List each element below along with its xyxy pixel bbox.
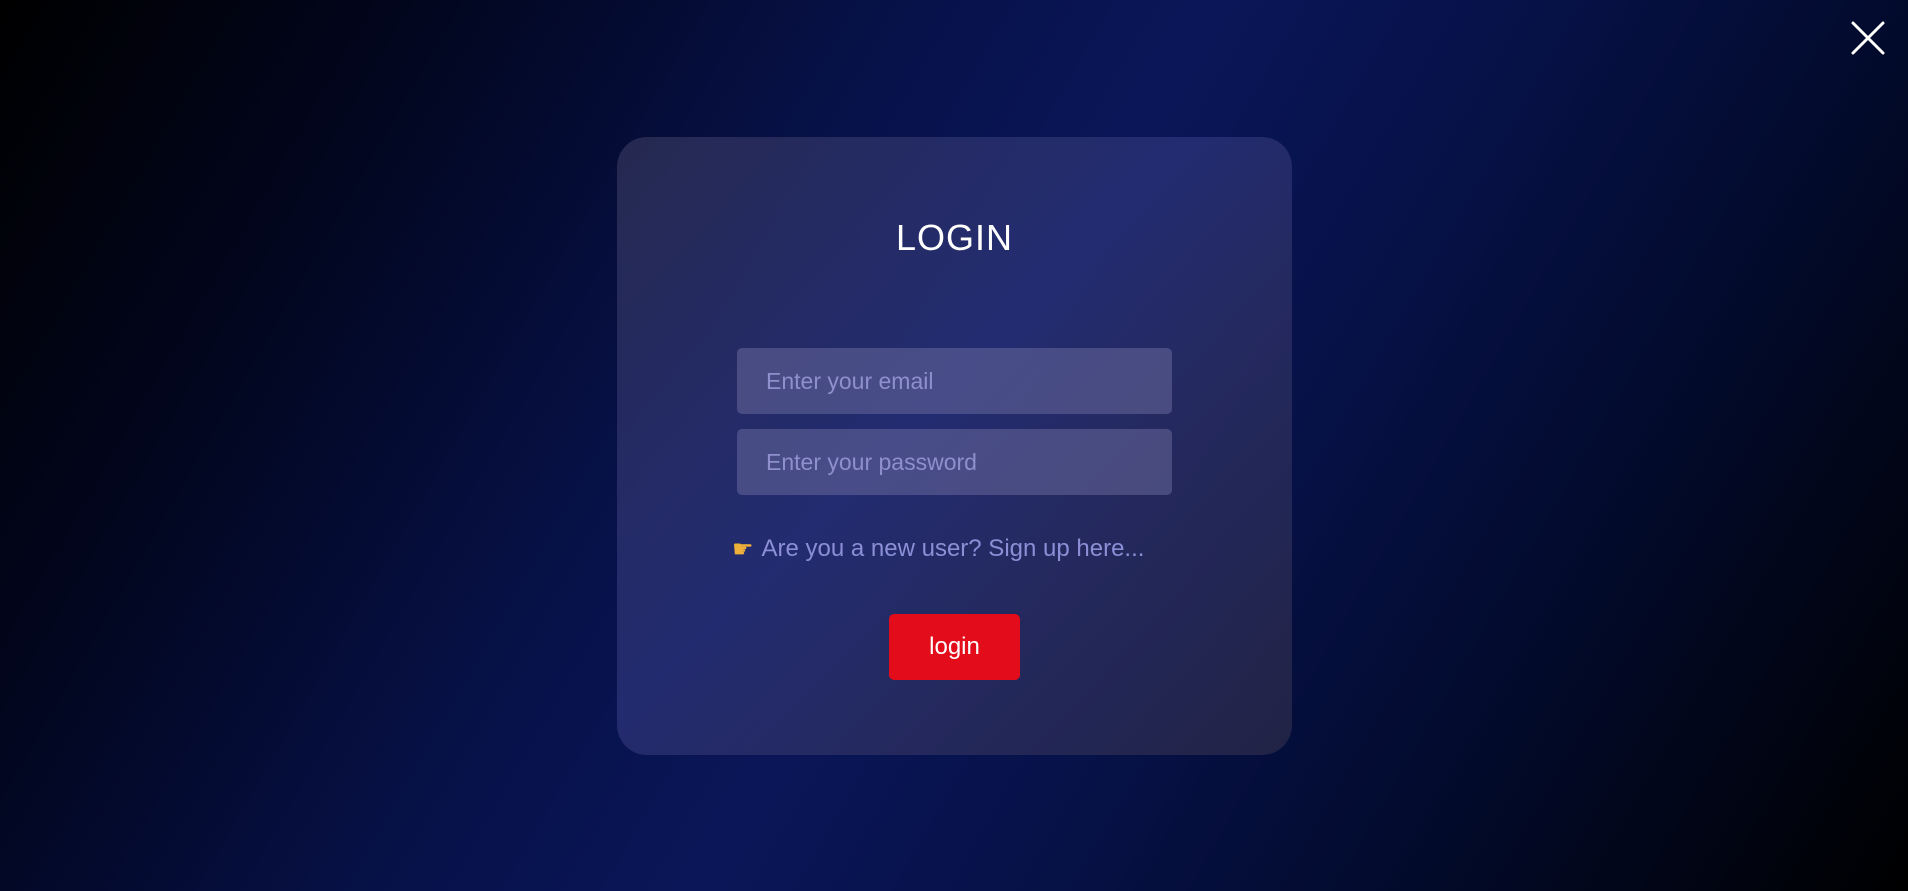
close-icon: [1850, 20, 1886, 56]
signup-link-text: Are you a new user? Sign up here...: [761, 535, 1145, 562]
login-title: LOGIN: [895, 217, 1014, 258]
password-input[interactable]: [737, 429, 1172, 495]
login-card: LOGIN ☛ Are you a new user? Sign up here.…: [617, 137, 1292, 755]
login-button[interactable]: login: [889, 614, 1020, 680]
email-input[interactable]: [737, 348, 1172, 414]
signup-link[interactable]: ☛ Are you a new user? Sign up here...: [732, 535, 1144, 564]
close-button[interactable]: [1850, 20, 1886, 56]
pointing-hand-icon: ☛: [732, 536, 754, 563]
